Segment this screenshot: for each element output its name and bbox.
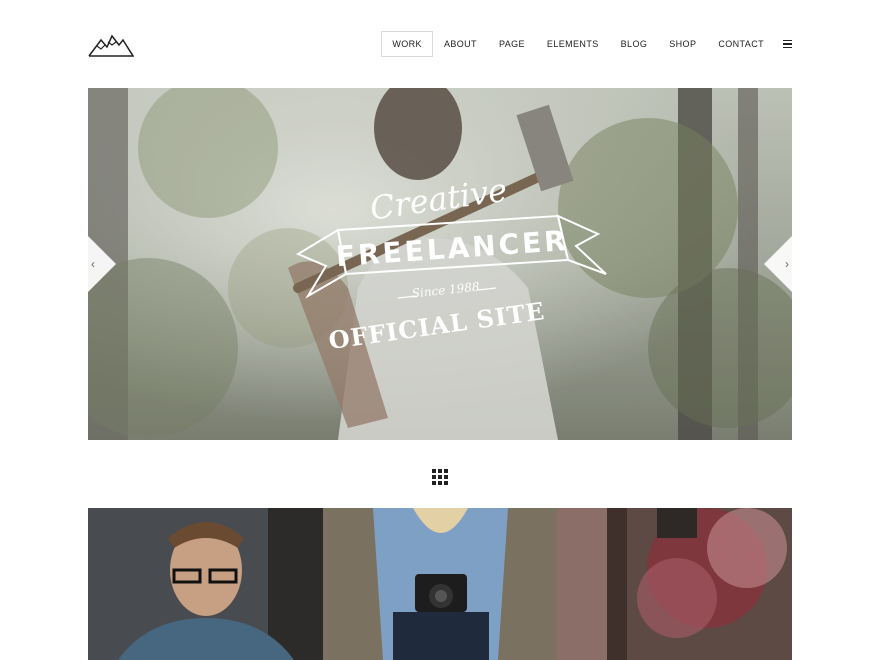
- nav-item-work[interactable]: WORK: [381, 31, 433, 57]
- nav-item-about[interactable]: ABOUT: [433, 31, 488, 57]
- badge-since-text: Since 1988: [411, 279, 480, 300]
- mountain-logo-icon[interactable]: [88, 30, 135, 58]
- nav-item-page[interactable]: PAGE: [488, 31, 536, 57]
- badge-ribbon-text: FREELANCER: [335, 224, 570, 273]
- chevron-left-icon: ‹: [91, 257, 95, 271]
- hero-slider: Creative FREELANCER Since 1988 OFFICIAL …: [88, 88, 792, 440]
- chevron-right-icon: ›: [785, 257, 789, 271]
- nav-item-blog[interactable]: BLOG: [610, 31, 659, 57]
- portfolio-item-man-with-glasses[interactable]: [88, 508, 323, 660]
- grid-icon[interactable]: [432, 469, 448, 485]
- portfolio-grid: [88, 508, 793, 660]
- portfolio-image: [322, 508, 558, 660]
- badge-official-text: OFFICIAL SITE: [327, 296, 547, 348]
- nav-item-shop[interactable]: SHOP: [658, 31, 707, 57]
- portfolio-image: [88, 508, 323, 660]
- nav-item-elements[interactable]: ELEMENTS: [536, 31, 610, 57]
- nav-item-contact[interactable]: CONTACT: [707, 31, 775, 57]
- badge-script-text: Creative: [368, 171, 510, 228]
- freelancer-badge: Creative FREELANCER Since 1988 OFFICIAL …: [295, 171, 607, 348]
- portfolio-image: [557, 508, 793, 660]
- site-header: WORK ABOUT PAGE ELEMENTS BLOG SHOP CONTA…: [88, 28, 792, 60]
- hamburger-icon[interactable]: [783, 31, 792, 57]
- main-nav: WORK ABOUT PAGE ELEMENTS BLOG SHOP CONTA…: [381, 31, 792, 57]
- portfolio-item-flowering-tree[interactable]: [557, 508, 793, 660]
- portfolio-item-woman-with-camera[interactable]: [322, 508, 558, 660]
